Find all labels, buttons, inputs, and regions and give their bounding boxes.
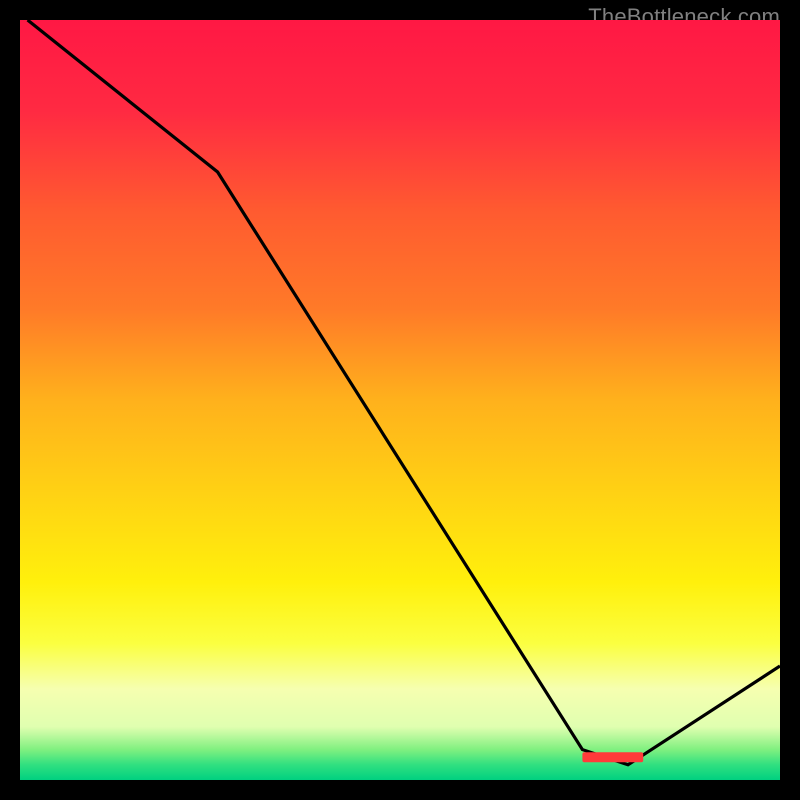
gradient-background — [20, 20, 780, 780]
plot-area — [20, 20, 780, 780]
chart-svg — [20, 20, 780, 780]
chart-container: TheBottleneck.com — [0, 0, 800, 800]
optimal-marker — [582, 752, 643, 762]
